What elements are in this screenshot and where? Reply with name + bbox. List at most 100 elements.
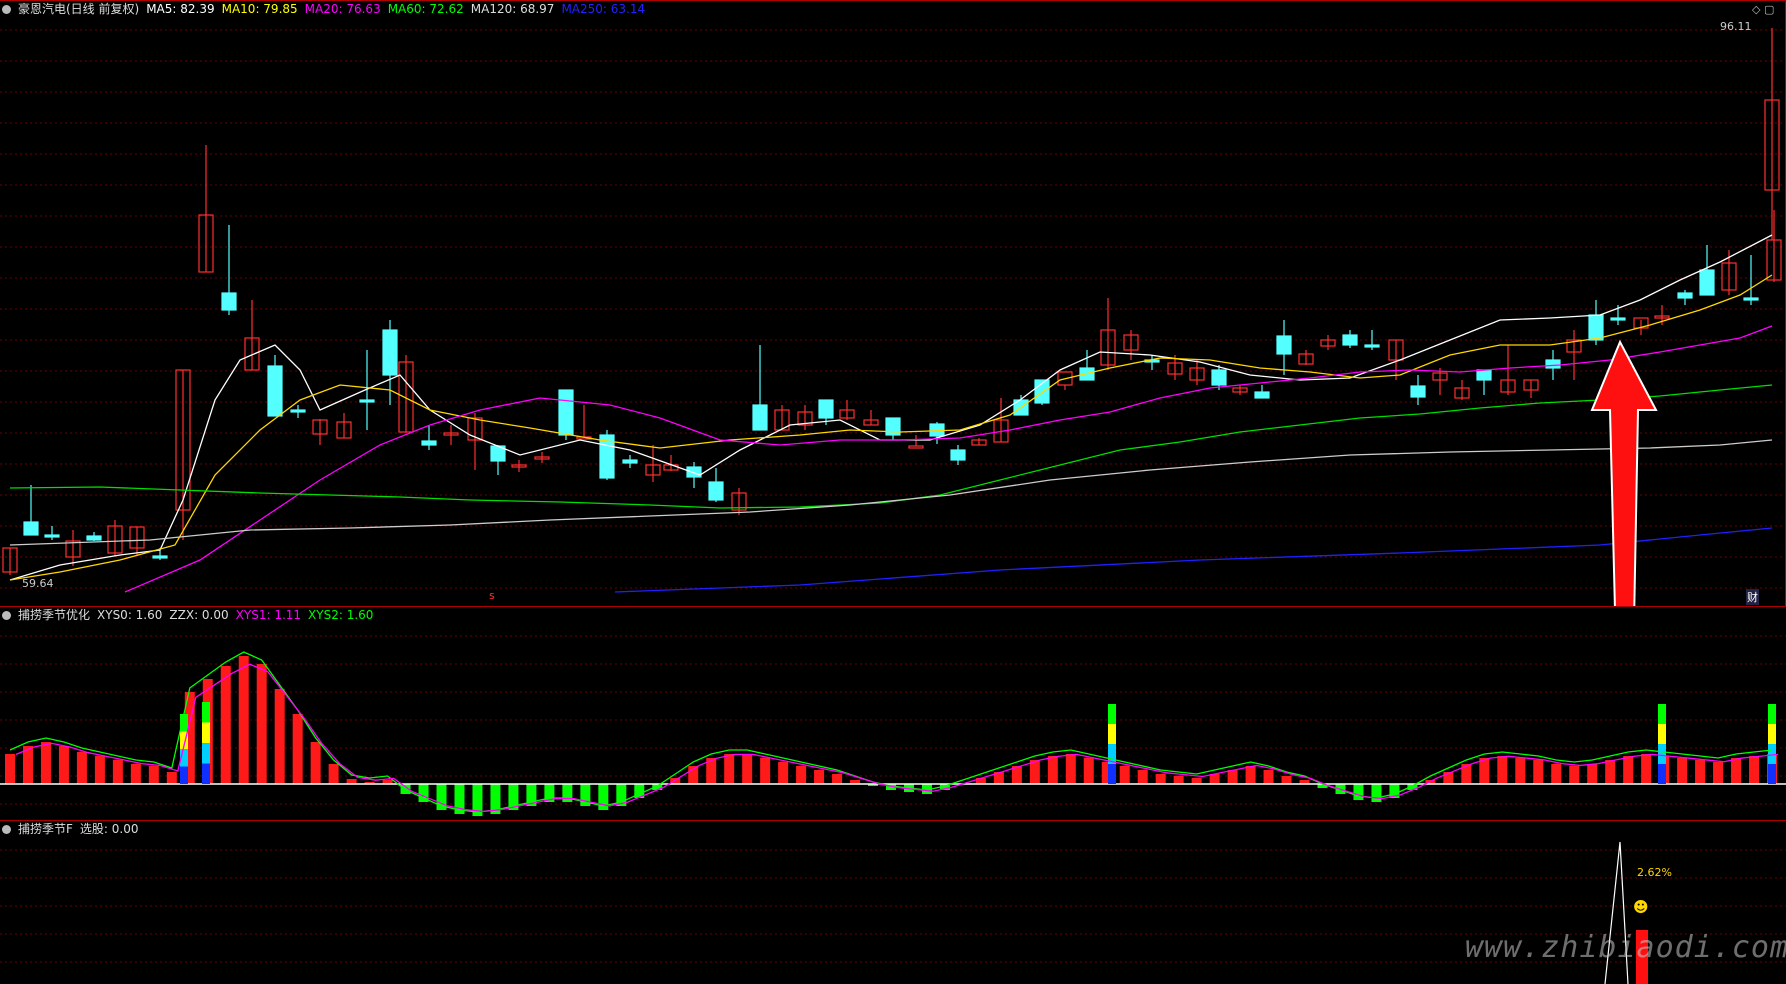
candle-body xyxy=(1410,385,1426,398)
oscillator-bar xyxy=(1749,756,1760,784)
signal-bar xyxy=(1768,744,1776,764)
oscillator-bar xyxy=(274,689,285,784)
oscillator-bar xyxy=(40,742,51,784)
oscillator-bar xyxy=(796,766,807,784)
indicator1-legend: XYS0: 1.60 ZZX: 0.00 XYS1: 1.11 XYS2: 1.60 xyxy=(97,608,380,622)
candle-body xyxy=(950,449,966,461)
oscillator-bar xyxy=(1695,760,1706,784)
oscillator-bar xyxy=(814,770,825,784)
signal-bar xyxy=(1768,724,1776,744)
oscillator-bar xyxy=(1605,760,1616,784)
oscillator-bar xyxy=(94,756,105,784)
oscillator-bar xyxy=(1137,770,1148,784)
candle-body xyxy=(1610,317,1626,321)
oscillator-bar xyxy=(1263,770,1274,784)
candle-body xyxy=(1211,369,1227,386)
ma250-line xyxy=(614,527,1773,593)
candle-body xyxy=(558,389,574,436)
legend-item: XYS2: 1.60 xyxy=(308,608,374,622)
candle-body xyxy=(44,534,60,538)
candle-body xyxy=(1254,391,1270,399)
signal-bar xyxy=(1658,744,1666,764)
oscillator-bar xyxy=(1083,758,1094,784)
candle-body xyxy=(382,329,398,376)
oscillator-bar xyxy=(832,774,843,784)
ma-legend: MA5: 82.39 MA10: 79.85 MA20: 76.63 MA60: 72… xyxy=(146,2,652,16)
signal-bar xyxy=(1658,724,1666,744)
candle-body xyxy=(1677,292,1693,299)
oscillator-bar xyxy=(1173,776,1184,784)
indicator2-title: 捕捞季节F xyxy=(18,822,73,836)
oscillator-bar xyxy=(1371,784,1382,802)
candle-body xyxy=(908,445,924,449)
legend-item: MA120: 68.97 xyxy=(470,2,555,16)
toggle-circle-icon[interactable] xyxy=(2,611,11,620)
legend-item: 选股: 0.00 xyxy=(79,822,139,836)
oscillator-bar xyxy=(130,764,141,784)
oscillator-bar xyxy=(1245,766,1256,784)
candle-body xyxy=(1276,335,1292,355)
oscillator-bar xyxy=(1551,764,1562,784)
oscillator-bar xyxy=(1065,754,1076,784)
signal-bar xyxy=(1768,704,1776,724)
indicator2-header: 捕捞季节F 选股: 0.00 xyxy=(0,820,152,838)
oscillator-bar xyxy=(1047,756,1058,784)
oscillator-bar xyxy=(1209,774,1220,784)
signal-s-marker: s xyxy=(489,589,495,602)
signal-bar xyxy=(202,702,210,723)
candle-body xyxy=(1588,314,1604,341)
toggle-circle-icon[interactable] xyxy=(2,5,11,14)
legend-item: MA250: 63.14 xyxy=(561,2,646,16)
oscillator-bar xyxy=(256,664,267,784)
oscillator-bar xyxy=(1155,774,1166,784)
candle-body xyxy=(1545,359,1561,369)
oscillator-bar xyxy=(148,766,159,784)
signal-bar xyxy=(202,763,210,784)
oscillator-bar xyxy=(1479,758,1490,784)
legend-item: ZZX: 0.00 xyxy=(169,608,229,622)
oscillator-bar xyxy=(238,656,249,784)
candle-body xyxy=(1743,297,1759,301)
high-price-label: 96.11 xyxy=(1720,20,1752,33)
legend-item: MA5: 82.39 xyxy=(146,2,215,16)
oscillator-bar xyxy=(112,760,123,784)
candle-body xyxy=(622,459,638,464)
toggle-circle-icon[interactable] xyxy=(2,825,11,834)
oscillator-bar xyxy=(1497,756,1508,784)
candle-body xyxy=(221,292,237,311)
finance-marker[interactable]: 财 xyxy=(1746,589,1759,605)
oscillator-bar xyxy=(778,762,789,784)
oscillator-bar xyxy=(1623,756,1634,784)
indicator2-panel[interactable]: 捕捞季节F 选股: 0.00 2.62% ☻ www.zhibiaodi.com xyxy=(0,820,1786,984)
oscillator-bar xyxy=(5,754,15,784)
candle-body xyxy=(818,399,834,419)
up-arrow-icon xyxy=(1590,339,1658,606)
candle-body xyxy=(708,481,724,501)
indicator2-legend: 选股: 0.00 xyxy=(80,822,146,836)
candle-body xyxy=(686,466,702,478)
main-chart-panel[interactable]: 豪恩汽电(日线 前复权) MA5: 82.39 MA10: 79.85 MA20: 7… xyxy=(0,0,1786,607)
signal-bar xyxy=(180,766,188,784)
candle-body xyxy=(152,555,168,559)
signal-bar xyxy=(1658,764,1666,784)
watermark: www.zhibiaodi.com xyxy=(1465,930,1786,965)
candle-body xyxy=(359,399,375,403)
oscillator-bar xyxy=(1281,776,1292,784)
indicator1-title: 捕捞季节优化 xyxy=(18,608,91,622)
indicator1-chart[interactable] xyxy=(0,606,1786,820)
oscillator-bar xyxy=(724,754,735,784)
oscillator-bar xyxy=(1029,760,1040,784)
candlestick-chart[interactable] xyxy=(0,0,1786,606)
candle-body xyxy=(23,521,39,536)
oscillator-bar xyxy=(760,758,771,784)
percent-label: 2.62% xyxy=(1637,866,1672,879)
oscillator-bar xyxy=(1677,758,1688,784)
oscillator-bar xyxy=(220,666,231,784)
indicator1-header: 捕捞季节优化 XYS0: 1.60 ZZX: 0.00 XYS1: 1.11 XYS2:… xyxy=(0,606,387,624)
signal-bar xyxy=(1108,704,1116,724)
oscillator-bar xyxy=(328,764,339,784)
legend-item: MA20: 76.63 xyxy=(304,2,381,16)
window-controls-icon[interactable]: ◇ ▢ xyxy=(1752,3,1774,16)
indicator1-panel[interactable]: 捕捞季节优化 XYS0: 1.60 ZZX: 0.00 XYS1: 1.11 XYS2:… xyxy=(0,606,1786,821)
signal-bar xyxy=(202,743,210,764)
